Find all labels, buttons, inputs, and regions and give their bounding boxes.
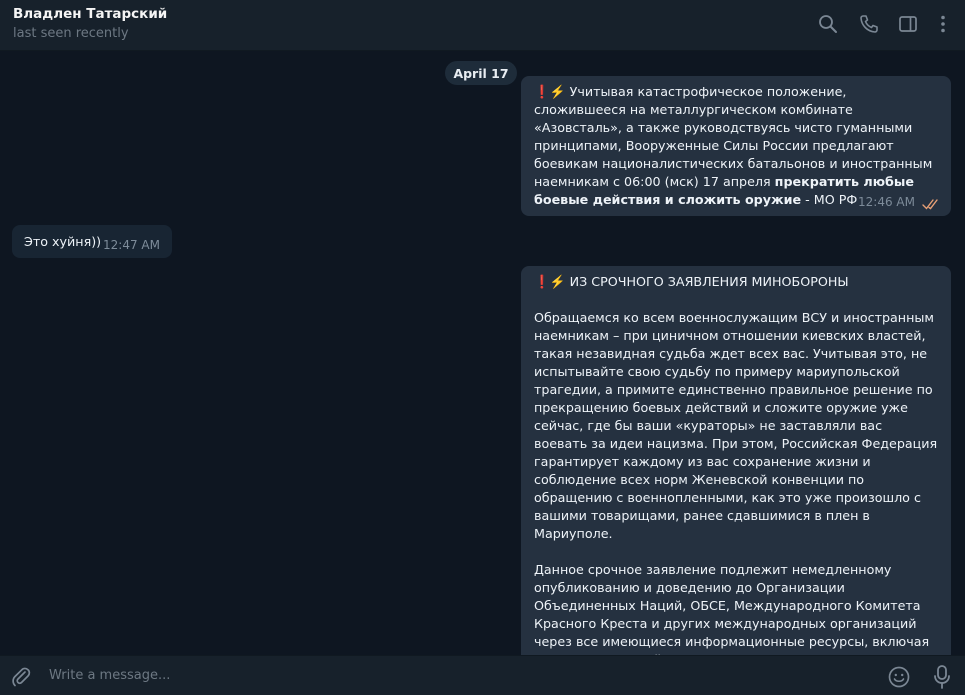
chat-status: last seen recently <box>13 26 129 41</box>
sidebar-toggle-icon[interactable] <box>898 14 918 34</box>
message-text: Это хуйня)) <box>24 234 102 249</box>
message-outgoing[interactable]: ❗️⚡️ ИЗ СРОЧНОГО ЗАЯВЛЕНИЯ МИНОБОРОНЫ Об… <box>521 266 951 655</box>
phone-icon[interactable] <box>859 14 879 34</box>
chat-title[interactable]: Владлен Татарский <box>13 6 167 22</box>
message-text: ❗️⚡️ Учитывая катастрофическое положение… <box>534 83 939 209</box>
compose-bar: Write a message... <box>0 655 965 695</box>
message-time: 12:46 AM <box>858 195 915 209</box>
search-icon[interactable] <box>818 14 838 34</box>
message-incoming[interactable]: Это хуйня)) 12:47 AM <box>12 225 172 258</box>
message-text-tail: - МО РФ <box>801 192 858 207</box>
message-paragraph: Данное срочное заявление подлежит немедл… <box>534 562 930 655</box>
message-input[interactable]: Write a message... <box>49 668 170 683</box>
chat-header: Владлен Татарский last seen recently <box>0 0 965 51</box>
message-heading: ❗️⚡️ ИЗ СРОЧНОГО ЗАЯВЛЕНИЯ МИНОБОРОНЫ <box>534 273 939 291</box>
read-checks-icon <box>922 199 938 210</box>
message-outgoing[interactable]: ❗️⚡️ Учитывая катастрофическое положение… <box>521 76 951 216</box>
message-paragraph: Обращаемся ко всем военнослужащим ВСУ и … <box>534 310 942 541</box>
message-time: 12:47 AM <box>103 238 160 252</box>
emoji-icon[interactable] <box>887 665 911 689</box>
emoji-prefix: ❗️⚡️ <box>534 84 566 99</box>
date-separator: April 17 <box>445 61 517 85</box>
microphone-icon[interactable] <box>932 664 952 690</box>
emoji-prefix: ❗️⚡️ <box>534 274 566 289</box>
paperclip-icon[interactable] <box>10 666 32 688</box>
message-list[interactable]: April 17 ❗️⚡️ Учитывая катастрофическое … <box>0 52 965 655</box>
more-vertical-icon[interactable] <box>933 14 953 34</box>
message-heading-text: ИЗ СРОЧНОГО ЗАЯВЛЕНИЯ МИНОБОРОНЫ <box>565 274 849 289</box>
